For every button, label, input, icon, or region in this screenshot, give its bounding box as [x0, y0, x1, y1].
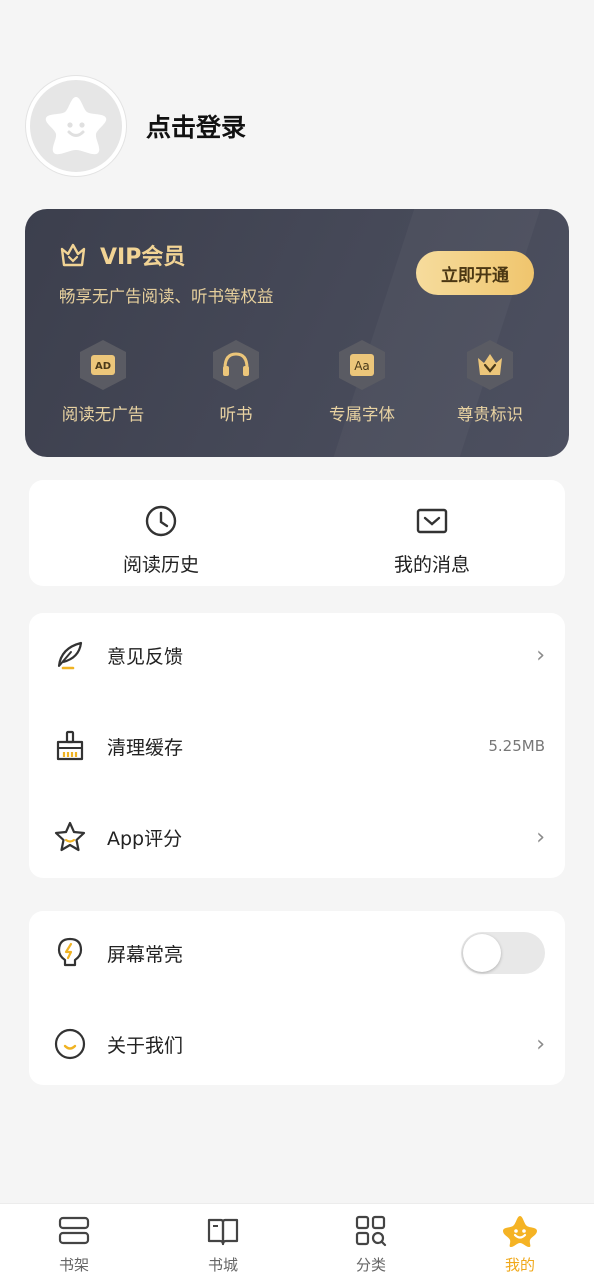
chevron-right-icon: › — [536, 642, 545, 668]
about-us-label: 关于我们 — [107, 1034, 184, 1057]
feedback-label: 意见反馈 — [107, 645, 184, 668]
feedback-row[interactable]: 意见反馈 › — [29, 625, 565, 685]
tab-bookshelf-label: 书架 — [58, 1256, 89, 1274]
vip-open-button[interactable]: 立即开通 — [416, 251, 534, 295]
display-menu-card: 屏幕常亮 关于我们 › — [29, 911, 565, 1085]
bookshelf-icon — [24, 1214, 124, 1248]
screen-on-toggle[interactable] — [461, 932, 545, 974]
reading-history-label: 阅读历史 — [122, 554, 199, 576]
smile-icon — [53, 1027, 87, 1061]
feather-icon — [53, 638, 87, 672]
screen-on-label: 屏幕常亮 — [107, 943, 184, 966]
tab-category-label: 分类 — [355, 1256, 386, 1274]
cache-size: 5.25MB — [488, 737, 545, 755]
reading-history-button[interactable]: 阅读历史 — [61, 504, 261, 577]
app-rating-label: App评分 — [107, 827, 183, 850]
screen-on-row: 屏幕常亮 — [29, 923, 565, 983]
my-messages-button[interactable]: 我的消息 — [332, 504, 532, 577]
chevron-right-icon: › — [536, 1031, 545, 1057]
headphones-icon — [210, 339, 262, 391]
profile-header[interactable]: 点击登录 — [26, 76, 246, 176]
mine-star-icon — [470, 1214, 570, 1248]
bottom-tab-bar: 书架 书城 分类 我的 — [0, 1203, 594, 1280]
my-messages-label: 我的消息 — [393, 554, 470, 576]
tab-mine[interactable]: 我的 — [470, 1214, 570, 1275]
font-icon: Aa — [336, 339, 388, 391]
star-icon — [53, 820, 87, 854]
tab-bookstore[interactable]: 书城 — [173, 1214, 273, 1275]
vip-title: VIP会员 — [100, 245, 186, 270]
crown-badge-icon — [464, 339, 516, 391]
ad-icon: AD — [77, 339, 129, 391]
broom-icon — [53, 729, 87, 763]
tab-category[interactable]: 分类 — [321, 1214, 421, 1275]
message-icon — [416, 508, 448, 534]
vip-subtitle: 畅享无广告阅读、听书等权益 — [59, 287, 274, 306]
avatar[interactable] — [26, 76, 126, 176]
login-prompt[interactable]: 点击登录 — [146, 108, 246, 144]
vip-card[interactable]: VIP会员 畅享无广告阅读、听书等权益 立即开通 AD 阅读无广告 听书 Aa … — [25, 209, 569, 457]
svg-text:AD: AD — [95, 361, 111, 372]
book-open-icon — [173, 1214, 273, 1248]
quick-actions-card: 阅读历史 我的消息 — [29, 480, 565, 586]
svg-text:Aa: Aa — [354, 359, 370, 373]
perk-audiobook[interactable]: 听书 — [171, 339, 301, 425]
perk-font[interactable]: Aa 专属字体 — [297, 339, 427, 425]
bulb-icon — [53, 936, 87, 970]
tab-bookstore-label: 书城 — [207, 1256, 238, 1274]
avatar-star-icon — [45, 97, 107, 155]
toggle-knob — [463, 934, 501, 972]
chevron-right-icon: › — [536, 824, 545, 850]
clock-icon — [145, 505, 177, 537]
category-grid-icon — [321, 1214, 421, 1248]
app-rating-row[interactable]: App评分 › — [29, 807, 565, 867]
settings-menu-card: 意见反馈 › 清理缓存 5.25MB App评分 › — [29, 613, 565, 878]
vip-crown-icon — [60, 243, 86, 267]
perk-badge[interactable]: 尊贵标识 — [425, 339, 555, 425]
clear-cache-row[interactable]: 清理缓存 5.25MB — [29, 716, 565, 776]
about-us-row[interactable]: 关于我们 › — [29, 1014, 565, 1074]
clear-cache-label: 清理缓存 — [107, 736, 184, 759]
tab-bookshelf[interactable]: 书架 — [24, 1214, 124, 1275]
perk-no-ads[interactable]: AD 阅读无广告 — [38, 339, 168, 425]
tab-mine-label: 我的 — [504, 1256, 535, 1274]
vip-header: VIP会员 — [58, 239, 185, 271]
